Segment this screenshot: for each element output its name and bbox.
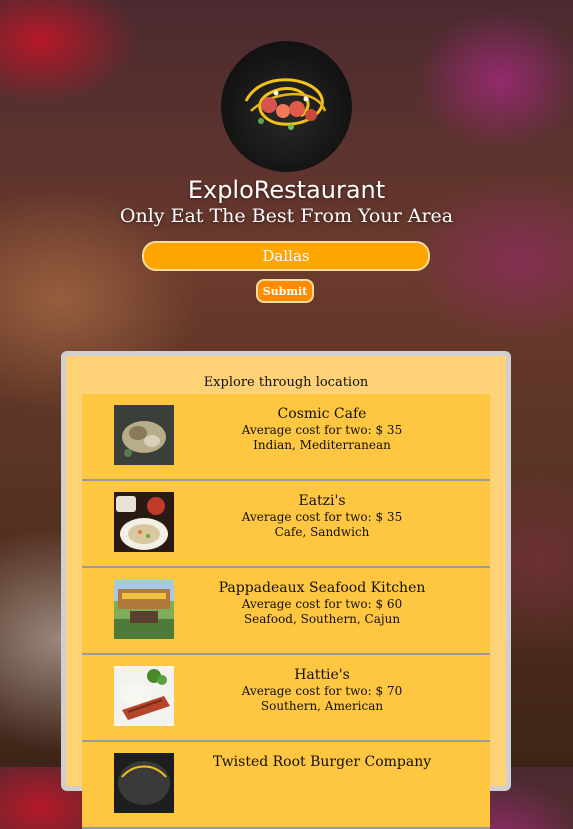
panel-title: Explore through location	[203, 375, 369, 390]
restaurant-cuisines: Southern, American	[260, 699, 384, 713]
restaurant-thumbnail	[114, 753, 174, 813]
restaurant-cost: Average cost for two: $ 35	[241, 423, 403, 437]
restaurant-card[interactable]: Pappadeaux Seafood Kitchen Average cost …	[82, 568, 490, 655]
restaurant-thumbnail	[114, 405, 174, 465]
restaurant-cost: Average cost for two: $ 60	[241, 597, 403, 611]
logo	[221, 41, 352, 172]
restaurant-cuisines: Seafood, Southern, Cajun	[243, 612, 401, 626]
restaurant-list: Cosmic Cafe Average cost for two: $ 35 I…	[82, 394, 490, 829]
submit-button[interactable]: Submit	[256, 279, 314, 303]
restaurant-name: Hattie's	[294, 667, 350, 683]
restaurant-thumbnail	[114, 666, 174, 726]
restaurant-cuisines: Indian, Mediterranean	[253, 438, 391, 452]
plated-dish-logo	[244, 78, 327, 130]
restaurant-name: Twisted Root Burger Company	[212, 754, 432, 770]
restaurant-name: Pappadeaux Seafood Kitchen	[218, 580, 426, 596]
tagline: Only Eat The Best From Your Area	[119, 205, 454, 227]
restaurant-name: Eatzi's	[298, 493, 346, 509]
restaurant-cost: Average cost for two: $ 35	[241, 510, 403, 524]
restaurant-card[interactable]: Twisted Root Burger Company	[82, 742, 490, 829]
app-title: ExploRestaurant	[187, 176, 386, 204]
restaurant-cost: Average cost for two: $ 70	[241, 684, 403, 698]
restaurant-card[interactable]: Eatzi's Average cost for two: $ 35 Cafe,…	[82, 481, 490, 568]
restaurant-thumbnail	[114, 492, 174, 552]
restaurant-name: Cosmic Cafe	[277, 406, 367, 422]
restaurant-card[interactable]: Cosmic Cafe Average cost for two: $ 35 I…	[82, 394, 490, 481]
restaurant-thumbnail	[114, 579, 174, 639]
restaurant-card[interactable]: Hattie's Average cost for two: $ 70 Sout…	[82, 655, 490, 742]
city-search-input[interactable]	[142, 241, 430, 271]
restaurant-cuisines: Cafe, Sandwich	[274, 525, 370, 539]
results-panel: Explore through location Cosmic Cafe Ave…	[61, 351, 511, 829]
